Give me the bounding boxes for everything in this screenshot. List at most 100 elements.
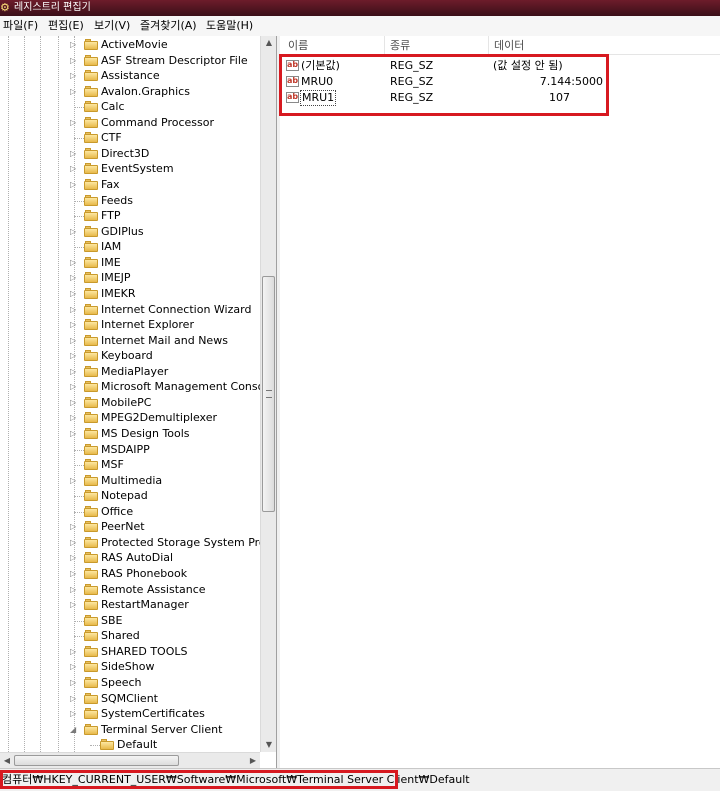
expanded-arrow-icon[interactable]: ◢ xyxy=(70,724,80,736)
column-name-header[interactable]: 이름 xyxy=(288,39,308,53)
tree-item[interactable]: Office xyxy=(70,504,270,520)
expand-arrow-icon[interactable]: ▷ xyxy=(70,70,80,82)
column-divider[interactable] xyxy=(384,36,385,54)
tree-item[interactable]: ▷ MPEG2Demultiplexer xyxy=(70,410,270,426)
expand-arrow-icon[interactable]: ▷ xyxy=(70,163,80,175)
tree-item[interactable]: ▷ GDIPlus xyxy=(70,224,270,240)
tree-item[interactable]: ▷ MS Design Tools xyxy=(70,426,270,442)
registry-tree[interactable]: ▷ ActiveMovie ▷ ASF Stream Descriptor File ▷… xyxy=(0,36,277,768)
tree-item[interactable]: MSF xyxy=(70,457,270,473)
tree-item[interactable]: Feeds xyxy=(70,193,270,209)
expand-arrow-icon[interactable]: ▷ xyxy=(70,661,80,673)
expand-arrow-icon[interactable]: ▷ xyxy=(70,350,80,362)
scroll-thumb[interactable] xyxy=(14,755,179,766)
tree-item[interactable]: ▷ Protected Storage System Provider xyxy=(70,535,276,551)
tree-item[interactable]: ▷ Avalon.Graphics xyxy=(70,84,270,100)
tree-item[interactable]: ▷ MediaPlayer xyxy=(70,364,270,380)
column-data-header[interactable]: 데이터 xyxy=(494,39,524,53)
menu-view[interactable]: 보기(V) xyxy=(94,19,130,33)
tree-item[interactable]: ▷ RestartManager xyxy=(70,597,270,613)
expand-arrow-icon[interactable]: ▷ xyxy=(70,677,80,689)
tree-item[interactable]: SBE xyxy=(70,613,270,629)
expand-arrow-icon[interactable]: ▷ xyxy=(70,708,80,720)
expand-arrow-icon[interactable]: ▷ xyxy=(70,226,80,238)
expand-arrow-icon[interactable]: ▷ xyxy=(70,584,80,596)
expand-arrow-icon[interactable]: ▷ xyxy=(70,366,80,378)
scroll-right-arrow-icon[interactable]: ▶ xyxy=(246,753,260,768)
tree-horizontal-scrollbar[interactable]: ◀ ▶ xyxy=(0,752,260,768)
expand-arrow-icon[interactable]: ▷ xyxy=(70,693,80,705)
expand-arrow-icon[interactable]: ▷ xyxy=(70,335,80,347)
scroll-up-arrow-icon[interactable]: ▲ xyxy=(261,36,276,50)
tree-item[interactable]: ▷ SQMClient xyxy=(70,691,270,707)
tree-item[interactable]: ▷ IME xyxy=(70,255,270,271)
scroll-down-arrow-icon[interactable]: ▼ xyxy=(261,738,276,752)
menu-edit[interactable]: 편집(E) xyxy=(48,19,84,33)
tree-item[interactable]: ▷ Internet Mail and News xyxy=(70,333,270,349)
expand-arrow-icon[interactable]: ▷ xyxy=(70,148,80,160)
expand-arrow-icon[interactable]: ▷ xyxy=(70,86,80,98)
tree-item[interactable]: ▷ Remote Assistance xyxy=(70,582,270,598)
expand-arrow-icon[interactable]: ▷ xyxy=(70,646,80,658)
tree-item[interactable]: ▷ MobilePC xyxy=(70,395,270,411)
expand-arrow-icon[interactable]: ▷ xyxy=(70,552,80,564)
expand-arrow-icon[interactable]: ▷ xyxy=(70,39,80,51)
tree-item[interactable]: FTP xyxy=(70,208,270,224)
expand-arrow-icon[interactable]: ▷ xyxy=(70,179,80,191)
tree-item[interactable]: ▷ IMEJP xyxy=(70,270,270,286)
expand-arrow-icon[interactable]: ▷ xyxy=(70,428,80,440)
tree-item[interactable]: ▷ SideShow xyxy=(70,659,270,675)
tree-item[interactable]: ▷ Internet Explorer xyxy=(70,317,270,333)
expand-arrow-icon[interactable]: ▷ xyxy=(70,599,80,611)
expand-arrow-icon[interactable]: ▷ xyxy=(70,257,80,269)
expand-arrow-icon[interactable]: ▷ xyxy=(70,381,80,393)
tree-item[interactable]: Calc xyxy=(70,99,270,115)
expand-arrow-icon[interactable]: ▷ xyxy=(70,412,80,424)
expand-arrow-icon[interactable]: ▷ xyxy=(70,521,80,533)
tree-item[interactable]: Notepad xyxy=(70,488,270,504)
tree-item[interactable]: ▷ ASF Stream Descriptor File xyxy=(70,53,270,69)
tree-item[interactable]: IAM xyxy=(70,239,270,255)
tree-item[interactable]: ◢ Terminal Server Client xyxy=(70,722,270,738)
tree-item[interactable]: ▷ Microsoft Management Console xyxy=(70,379,274,395)
column-divider[interactable] xyxy=(488,36,489,54)
tree-item[interactable]: ▷ Keyboard xyxy=(70,348,270,364)
tree-item[interactable]: ▷ EventSystem xyxy=(70,161,270,177)
tree-item[interactable]: ▷ Assistance xyxy=(70,68,270,84)
tree-item[interactable]: ▷ Fax xyxy=(70,177,270,193)
expand-arrow-icon[interactable]: ▷ xyxy=(70,117,80,129)
menu-file[interactable]: 파일(F) xyxy=(3,19,38,33)
expand-arrow-icon[interactable]: ▷ xyxy=(70,397,80,409)
expand-arrow-icon[interactable]: ▷ xyxy=(70,568,80,580)
tree-vertical-scrollbar[interactable]: ▲ ▼ xyxy=(260,36,276,752)
tree-item[interactable]: ▷ SHARED TOOLS xyxy=(70,644,270,660)
tree-item[interactable]: ▷ RAS Phonebook xyxy=(70,566,270,582)
values-list[interactable]: 이름 종류 데이터 ab (기본값) REG_SZ (값 설정 안 됨) ab … xyxy=(280,36,720,768)
tree-item[interactable]: ▷ ActiveMovie xyxy=(70,37,270,53)
expand-arrow-icon[interactable]: ▷ xyxy=(70,537,80,549)
expand-arrow-icon[interactable]: ▷ xyxy=(70,304,80,316)
expand-arrow-icon[interactable]: ▷ xyxy=(70,319,80,331)
tree-item[interactable]: Shared xyxy=(70,628,270,644)
menu-favorites[interactable]: 즐겨찾기(A) xyxy=(140,19,197,33)
tree-item[interactable]: ▷ IMEKR xyxy=(70,286,270,302)
expand-arrow-icon[interactable]: ▷ xyxy=(70,288,80,300)
tree-item[interactable]: ▷ Internet Connection Wizard xyxy=(70,302,270,318)
scroll-left-arrow-icon[interactable]: ◀ xyxy=(0,753,14,768)
tree-item-default[interactable]: Default xyxy=(70,737,270,753)
tree-item[interactable]: ▷ Direct3D xyxy=(70,146,270,162)
tree-item[interactable]: ▷ SystemCertificates xyxy=(70,706,270,722)
tree-item[interactable]: CTF xyxy=(70,130,270,146)
tree-item[interactable]: ▷ Command Processor xyxy=(70,115,270,131)
expand-arrow-icon[interactable]: ▷ xyxy=(70,55,80,67)
tree-item[interactable]: ▷ PeerNet xyxy=(70,519,270,535)
tree-item[interactable]: ▷ Multimedia xyxy=(70,473,270,489)
scroll-thumb[interactable] xyxy=(262,276,275,512)
expand-arrow-icon[interactable]: ▷ xyxy=(70,475,80,487)
tree-item[interactable]: MSDAIPP xyxy=(70,442,270,458)
expand-arrow-icon[interactable]: ▷ xyxy=(70,272,80,284)
column-type-header[interactable]: 종류 xyxy=(390,39,410,53)
tree-item[interactable]: ▷ Speech xyxy=(70,675,270,691)
tree-item[interactable]: ▷ RAS AutoDial xyxy=(70,550,270,566)
menu-help[interactable]: 도움말(H) xyxy=(206,19,253,33)
